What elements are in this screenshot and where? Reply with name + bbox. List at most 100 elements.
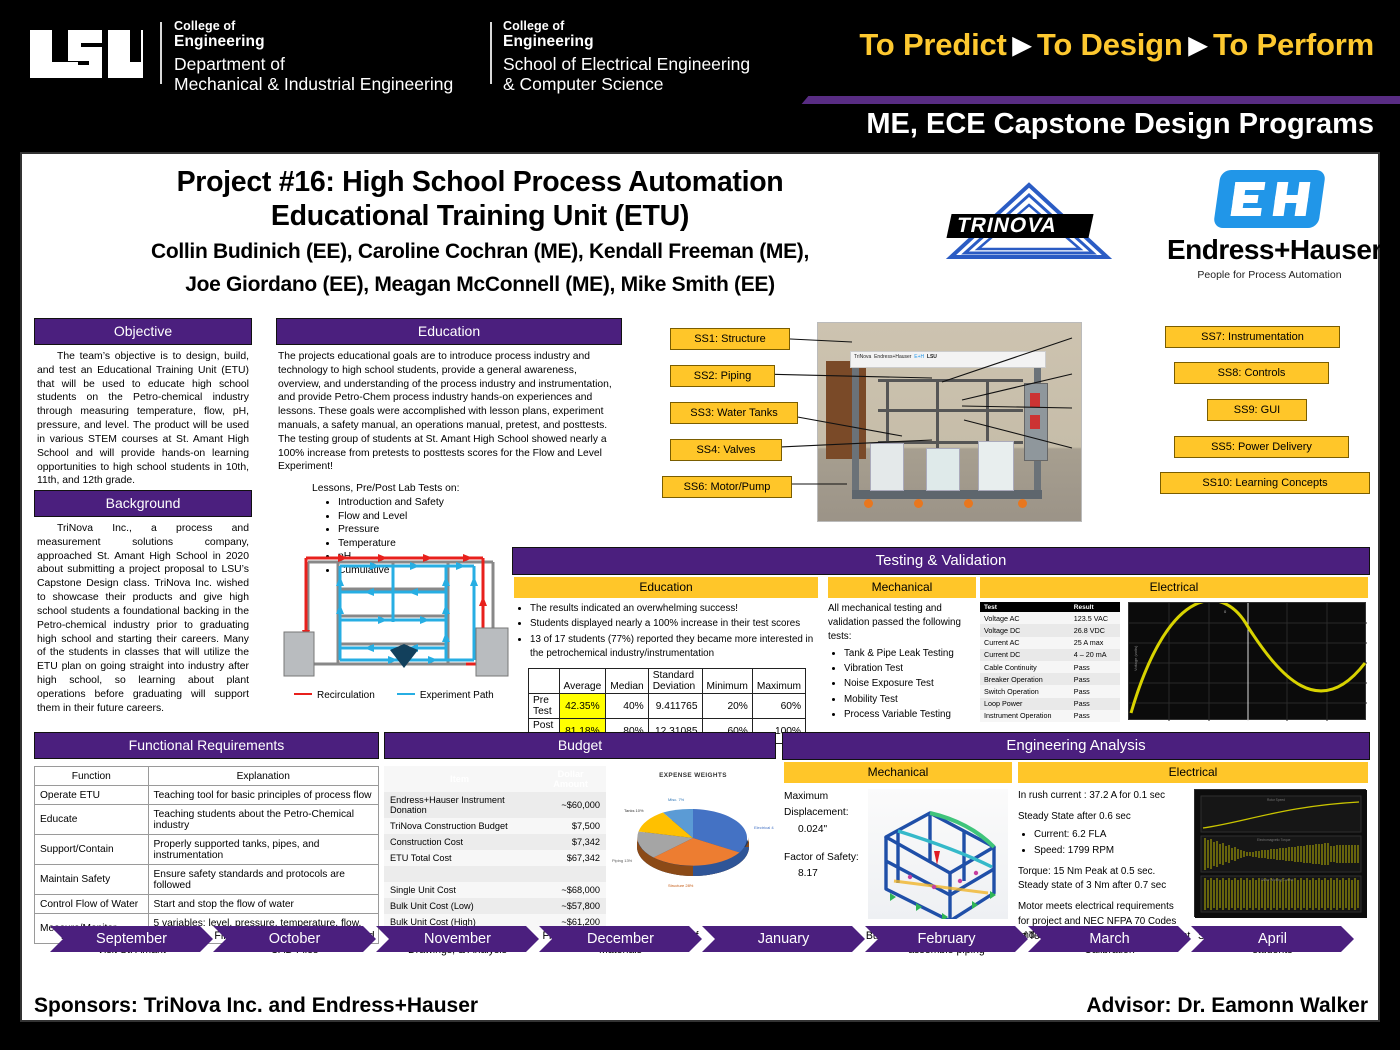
cell-test: Instrument Operation <box>980 709 1070 722</box>
testing-validation-panel: Testing & Validation <box>512 547 1370 575</box>
tagline: To Predict ▶ To Design ▶ To Perform <box>859 27 1374 63</box>
cell-amount: ~$68,000 <box>535 882 606 898</box>
col-average: Average <box>558 668 607 695</box>
cell-amount: $7,500 <box>535 818 606 834</box>
dept2-engineering: Engineering <box>503 33 594 50</box>
budget-heading: Budget <box>384 732 776 759</box>
cell-pre-label: Pre Test <box>528 693 560 720</box>
dept1-engineering: Engineering <box>174 33 265 50</box>
table-row: Educate Teaching students about the Petro… <box>34 804 380 835</box>
testing-heading: Testing & Validation <box>512 547 1370 575</box>
testing-electrical-subpanel: Electrical Test Result Voltage AC 123.5 V… <box>980 577 1368 722</box>
list-item: Current: 6.2 FLA <box>1034 828 1186 842</box>
tagline-predict: To Predict <box>859 27 1007 62</box>
table-row: Endress+Hauser Instrument Donation ~$60,0… <box>384 792 606 818</box>
cell-amount: ~$57,800 <box>535 898 606 914</box>
table-row-spacer <box>384 866 606 882</box>
table-header-row: Item Dollar Amount <box>384 766 606 792</box>
cell-item <box>384 866 536 882</box>
col-result: Result <box>1069 602 1120 613</box>
cell-explanation: Ensure safety standards and protocols ar… <box>147 864 380 895</box>
tagline-design: To Design <box>1036 27 1183 62</box>
cell-item: Single Unit Cost <box>384 882 536 898</box>
advisor-text: Advisor: Dr. Eamonn Walker <box>1086 994 1368 1017</box>
cell-function: Educate <box>34 804 149 835</box>
pie-label-tanks: Tanks 10% <box>624 808 644 813</box>
table-row: Support/Contain Properly supported tanks,… <box>34 834 380 865</box>
cell-result: Pass <box>1069 673 1120 686</box>
pie-label-piping: Piping 13% <box>612 858 633 863</box>
col-stdev: Standard Deviation <box>647 668 703 695</box>
table-header-row: Test Result <box>980 602 1120 613</box>
cell-test: Cable Continuity <box>980 660 1070 674</box>
cell-pre-average: 42.35% <box>558 693 607 720</box>
background-heading: Background <box>34 490 252 517</box>
table-row: Voltage AC 123.5 VAC <box>980 612 1120 625</box>
poster-title: Project #16: High School Process Automat… <box>50 166 910 298</box>
svg-text:Voltage (volts): Voltage (volts) <box>1133 645 1138 671</box>
testing-education-subheading: Education <box>514 577 818 598</box>
ea-electrical-subpanel: Electrical In rush current : 37.2 A for … <box>1018 762 1368 943</box>
cell-explanation: Start and stop the flow of water <box>147 894 380 914</box>
subsystem-label-ss6: SS6: Motor/Pump <box>662 476 792 498</box>
legend-swatch-recirculation <box>294 693 312 695</box>
title-line-1: Project #16: High School Process Automat… <box>176 166 784 198</box>
cell-test: Breaker Operation <box>980 673 1070 686</box>
chart-title: EXPENSE WEIGHTS <box>659 772 727 779</box>
testing-mechanical-subheading: Mechanical <box>828 577 976 598</box>
testing-mechanical-intro: All mechanical testing and validation pa… <box>828 603 961 643</box>
ea-inrush-current: In rush current : 37.2 A for 0.1 sec <box>1018 790 1166 801</box>
objective-body: The team’s objective is to design, build… <box>37 351 249 487</box>
col-function: Function <box>34 766 149 786</box>
pie-label-misc: Misc. 7% <box>668 797 685 802</box>
list-item: Mobility Test <box>844 693 976 707</box>
table-row: Control Flow of Water Start and stop the … <box>34 894 380 914</box>
timeline-month-april: April <box>1191 926 1354 952</box>
dept1-college: College of <box>174 19 236 33</box>
functional-requirements-table: Function Explanation Operate ETU Teaching… <box>34 766 380 944</box>
cell-pre-stdev: 9.411765 <box>647 693 703 720</box>
cell-item: Endress+Hauser Instrument Donation <box>384 792 536 818</box>
timeline-month-september: September <box>50 926 213 952</box>
cell-amount <box>535 866 606 882</box>
legend-label-recirculation: Recirculation <box>317 690 375 701</box>
ea-max-label: Maximum <box>784 791 829 802</box>
list-item: Pressure <box>338 523 622 537</box>
table-row: ETU Total Cost $67,342 <box>384 850 606 866</box>
ea-fos-label: Factor of Safety: <box>784 851 859 863</box>
education-body: The projects educational goals are to in… <box>278 351 612 473</box>
lessons-label: Lessons, Pre/Post Lab Tests on: <box>312 483 460 495</box>
functional-requirements-panel: Functional Requirements Function Explana… <box>34 732 380 944</box>
table-row: TriNova Construction Budget $7,500 <box>384 818 606 834</box>
svg-text:Stator Winding Current: Stator Winding Current <box>1261 878 1294 882</box>
cell-item: TriNova Construction Budget <box>384 818 536 834</box>
col-blank <box>528 668 560 695</box>
cell-test: Voltage DC <box>980 624 1070 637</box>
table-header-row: Average Median Standard Deviation Minimu… <box>528 668 807 695</box>
col-median: Median <box>605 668 649 695</box>
trinova-logo: TRINOVA <box>937 179 1122 264</box>
ea-electrical-subheading: Electrical <box>1018 762 1368 783</box>
cell-test: Switch Operation <box>980 685 1070 698</box>
timeline-month-october: October <box>213 926 376 952</box>
list-item: Noise Exposure Test <box>844 677 976 691</box>
pie-label-structure: Structure 28% <box>668 883 694 888</box>
ea-displacement-value: 0.024" <box>798 823 828 835</box>
legend-swatch-experiment <box>396 693 415 695</box>
cell-function: Support/Contain <box>34 834 149 865</box>
dept2-line2: & Computer Science <box>503 73 664 94</box>
list-item: 13 of 17 students (77%) reported they be… <box>530 633 818 662</box>
col-item: Item <box>384 766 536 792</box>
table-row: Loop Power Pass <box>980 697 1120 710</box>
dept1-line2: Mechanical & Industrial Engineering <box>174 73 454 94</box>
table-row: Instrument Operation Pass <box>980 709 1120 722</box>
cell-pre-median: 40% <box>605 693 649 720</box>
cell-item: ETU Total Cost <box>384 850 536 866</box>
sponsors-text: Sponsors: TriNova Inc. and Endress+Hause… <box>34 994 479 1017</box>
education-panel: Education The projects educational goals… <box>276 318 622 578</box>
eh-tagline: People for Process Automation <box>1197 269 1342 281</box>
cell-pre-min: 20% <box>701 693 753 720</box>
list-item: The results indicated an overwhelming su… <box>530 602 818 616</box>
tagline-perform: To Perform <box>1212 27 1374 62</box>
subsystem-label-ss5: SS5: Power Delivery <box>1174 436 1349 458</box>
